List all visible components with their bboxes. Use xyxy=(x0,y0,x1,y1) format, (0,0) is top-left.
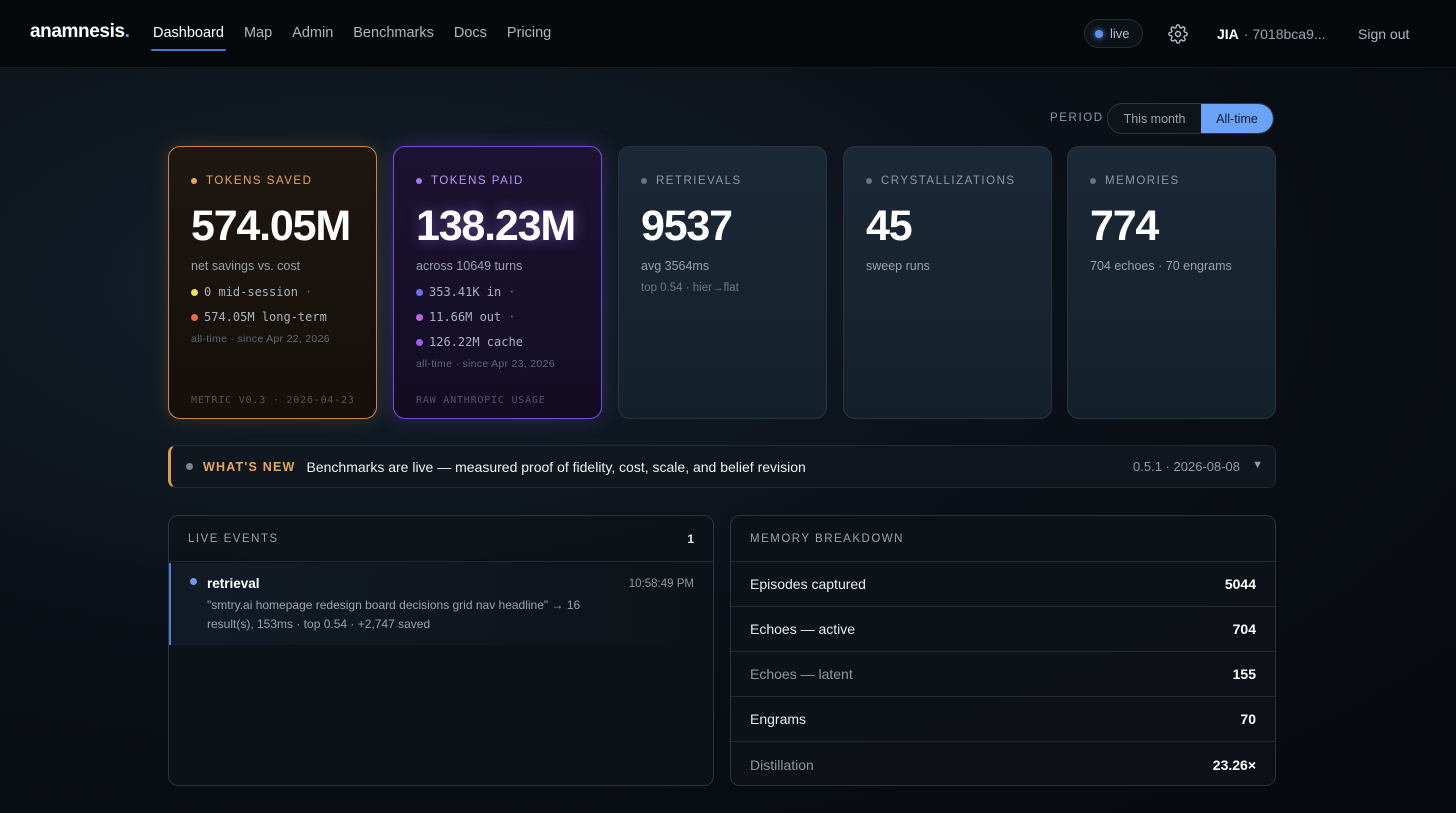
nav-docs[interactable]: Docs xyxy=(454,25,487,49)
tokens-paid-card: TOKENS PAID 138.23M across 10649 turns 3… xyxy=(393,146,602,419)
card-footnote: METRIC V0.3 · 2026-04-23 xyxy=(191,395,355,406)
event-type: retrieval xyxy=(207,576,260,591)
nav-benchmarks[interactable]: Benchmarks xyxy=(353,25,434,49)
top-nav-bar: anamnesis. Dashboard Map Admin Benchmark… xyxy=(0,0,1456,68)
card-title: TOKENS PAID xyxy=(431,175,524,187)
whats-new-message: Benchmarks are live — measured proof of … xyxy=(306,458,806,475)
nav-map[interactable]: Map xyxy=(244,25,272,49)
card-footnote: RAW ANTHROPIC USAGE xyxy=(416,395,546,406)
magenta-dot-icon xyxy=(416,313,423,321)
card-value: 45 xyxy=(866,202,913,250)
card-subtitle: across 10649 turns xyxy=(416,259,523,273)
banner-dot-icon xyxy=(186,463,193,470)
live-status-pill[interactable]: live xyxy=(1084,19,1143,48)
period-this-month[interactable]: This month xyxy=(1108,104,1201,133)
panel-title: LIVE EVENTS xyxy=(188,532,279,545)
status-dot-icon xyxy=(1090,178,1096,184)
cache-tokens-line: 126.22M cache xyxy=(416,334,601,350)
since-text: all-time · since Apr 23, 2026 xyxy=(416,358,555,370)
breakdown-row-distillation: Distillation 23.26× xyxy=(750,756,1256,773)
status-dot-icon xyxy=(191,178,197,184)
since-text: all-time · since Apr 22, 2026 xyxy=(191,333,330,345)
live-dot-icon xyxy=(1095,29,1103,38)
user-identity: JIA · 7018bca9... xyxy=(1217,26,1326,42)
tokens-saved-card: TOKENS SAVED 574.05M net savings vs. cos… xyxy=(168,146,377,419)
card-detail: top 0.54 · hier→flat xyxy=(641,282,739,294)
card-title: MEMORIES xyxy=(1105,175,1180,187)
output-tokens-line: 11.66M out · xyxy=(416,309,601,325)
breakdown-row-echoes-latent: Echoes — latent 155 xyxy=(731,652,1275,697)
memories-card: MEMORIES 774 704 echoes · 70 engrams xyxy=(1067,146,1276,419)
card-title: CRYSTALLIZATIONS xyxy=(881,175,1016,187)
card-value: 9537 xyxy=(641,202,733,250)
orange-dot-icon xyxy=(191,313,198,321)
card-value: 574.05M xyxy=(191,202,351,250)
status-dot-icon xyxy=(416,178,422,184)
memory-breakdown-panel: MEMORY BREAKDOWN Episodes captured 5044 … xyxy=(730,515,1276,786)
status-dot-icon xyxy=(866,178,872,184)
violet-dot-icon xyxy=(416,338,423,346)
period-all-time[interactable]: All-time xyxy=(1201,104,1273,133)
card-value: 774 xyxy=(1090,202,1159,250)
card-value: 138.23M xyxy=(416,202,576,250)
event-dot-icon xyxy=(190,578,197,585)
long-term-line: 574.05M long-term xyxy=(191,309,376,325)
card-subtitle: net savings vs. cost xyxy=(191,259,301,273)
whats-new-banner[interactable]: WHAT'S NEW Benchmarks are live — measure… xyxy=(168,445,1276,488)
nav-pricing[interactable]: Pricing xyxy=(507,25,551,49)
indigo-dot-icon xyxy=(416,288,423,296)
card-subtitle: avg 3564ms xyxy=(641,259,710,273)
event-description: "smtry.ai homepage redesign board decisi… xyxy=(207,598,581,631)
nav-dashboard[interactable]: Dashboard xyxy=(151,25,226,51)
yellow-dot-icon xyxy=(191,288,198,296)
gear-icon[interactable] xyxy=(1168,24,1188,44)
main-nav: Dashboard Map Admin Benchmarks Docs Pric… xyxy=(151,25,571,51)
card-subtitle: sweep runs xyxy=(866,259,930,273)
card-title: RETRIEVALS xyxy=(656,175,742,187)
event-time: 10:58:49 PM xyxy=(628,578,694,590)
retrievals-card: RETRIEVALS 9537 avg 3564ms top 0.54 · hi… xyxy=(618,146,827,419)
user-id: · 7018bca9... xyxy=(1243,26,1326,42)
chevron-down-icon[interactable]: ▼ xyxy=(1252,459,1263,471)
live-events-panel: LIVE EVENTS 1 retrieval 10:58:49 PM "smt… xyxy=(168,515,714,786)
sign-out-button[interactable]: Sign out xyxy=(1358,26,1409,42)
card-title: TOKENS SAVED xyxy=(206,175,313,187)
live-label: live xyxy=(1110,26,1130,41)
period-label: PERIOD xyxy=(1050,112,1104,124)
whats-new-tag: WHAT'S NEW xyxy=(203,459,296,474)
period-toggle: This month All-time xyxy=(1107,103,1274,134)
crystallizations-card: CRYSTALLIZATIONS 45 sweep runs xyxy=(843,146,1052,419)
breakdown-row-engrams: Engrams 70 xyxy=(731,697,1275,742)
card-subtitle: 704 echoes · 70 engrams xyxy=(1090,259,1232,273)
logo[interactable]: anamnesis. xyxy=(30,21,130,43)
input-tokens-line: 353.41K in · xyxy=(416,284,601,300)
breakdown-row-episodes: Episodes captured 5044 xyxy=(731,562,1275,607)
event-count-badge: 1 xyxy=(687,531,694,546)
mid-session-line: 0 mid-session · xyxy=(191,284,376,300)
event-item[interactable]: retrieval 10:58:49 PM "smtry.ai homepage… xyxy=(169,563,713,645)
nav-admin[interactable]: Admin xyxy=(292,25,333,49)
status-dot-icon xyxy=(641,178,647,184)
release-version: 0.5.1 · 2026-08-08 xyxy=(1133,459,1240,474)
user-name: JIA xyxy=(1217,26,1239,42)
breakdown-row-echoes-active: Echoes — active 704 xyxy=(731,607,1275,652)
panel-title: MEMORY BREAKDOWN xyxy=(750,532,904,545)
